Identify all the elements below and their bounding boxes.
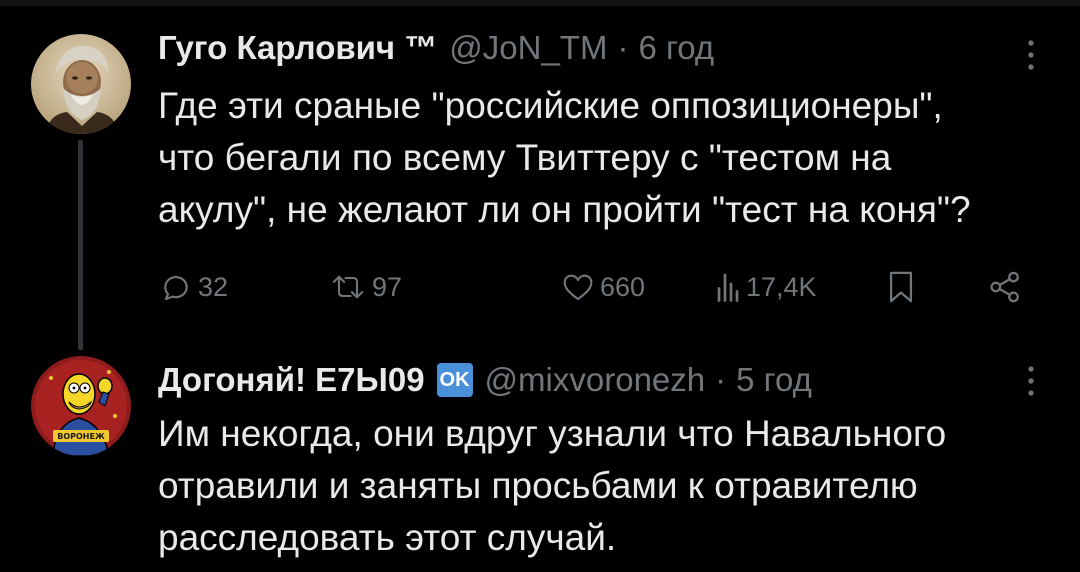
avatar-caption: ВОРОНЕЖ	[57, 432, 105, 441]
reply-button[interactable]: 32	[160, 262, 228, 312]
more-options-button[interactable]	[1026, 364, 1036, 398]
tweet-header: Гуго Карлович ™ @JoN_TM · 6 год	[158, 26, 714, 70]
avatar-cartoon-image: ВОРОНЕЖ	[31, 356, 131, 456]
author-handle[interactable]: @JoN_TM	[449, 29, 607, 67]
tweet-text-line: что бегали по всему Твиттеру с "тестом н…	[158, 137, 892, 178]
tweet-text-line: отравили и заняты просьбами к отравителю	[158, 465, 918, 506]
more-options-button[interactable]	[1026, 38, 1036, 72]
separator-dot: ·	[617, 29, 629, 66]
tweet-timestamp[interactable]: 6 год	[638, 29, 714, 67]
tweet-text: Им некогда, они вдруг узнали что Навальн…	[158, 408, 1038, 564]
heart-icon	[563, 274, 593, 301]
tweet-text: Где эти сраные "российские оппозиционеры…	[158, 80, 1038, 236]
tweet-2[interactable]: ВОРОНЕЖ Догоняй! Е7Ы09 OK @mixvoronezh ·…	[0, 340, 1080, 572]
tweet-timestamp[interactable]: 5 год	[736, 361, 812, 399]
bookmark-button[interactable]	[888, 262, 914, 312]
share-icon	[990, 271, 1019, 303]
like-button[interactable]: 660	[562, 262, 645, 312]
author-name[interactable]: Гуго Карлович ™	[158, 29, 437, 67]
reply-icon	[164, 276, 188, 301]
reply-count: 32	[198, 271, 229, 302]
retweet-button[interactable]: 97	[330, 262, 402, 312]
like-count: 660	[600, 271, 646, 302]
avatar[interactable]	[31, 34, 131, 134]
tweet-text-line: акулу", не желают ли он пройти "тест на …	[158, 189, 971, 230]
more-vertical-icon	[1028, 366, 1034, 396]
views-button[interactable]: 17,4K	[716, 262, 817, 312]
tweet-1[interactable]: Гуго Карлович ™ @JoN_TM · 6 год Где эти …	[0, 0, 1080, 340]
share-button[interactable]	[988, 262, 1022, 312]
author-name[interactable]: Догоняй! Е7Ы09	[158, 361, 425, 399]
more-vertical-icon	[1028, 40, 1034, 70]
avatar[interactable]: ВОРОНЕЖ	[31, 356, 131, 456]
tweet-actions: 32 97 660 17,4K	[158, 262, 1038, 312]
bookmark-icon	[889, 271, 913, 303]
tweet-header: Догоняй! Е7Ы09 OK @mixvoronezh · 5 год	[158, 358, 812, 402]
avatar-portrait-image	[31, 34, 131, 134]
ok-emoji-badge: OK	[436, 363, 473, 397]
views-count: 17,4K	[746, 271, 817, 302]
retweet-count: 97	[372, 271, 403, 302]
thread-connector-line	[78, 140, 83, 350]
author-handle[interactable]: @mixvoronezh	[485, 361, 706, 399]
separator-dot: ·	[715, 361, 727, 398]
tweet-text-line: расследовать этот случай.	[158, 517, 617, 558]
views-icon	[717, 273, 739, 302]
tweet-text-line: Им некогда, они вдруг узнали что Навальн…	[158, 413, 947, 454]
retweet-icon	[332, 275, 364, 299]
tweet-text-line: Где эти сраные "российские оппозиционеры…	[158, 85, 943, 126]
